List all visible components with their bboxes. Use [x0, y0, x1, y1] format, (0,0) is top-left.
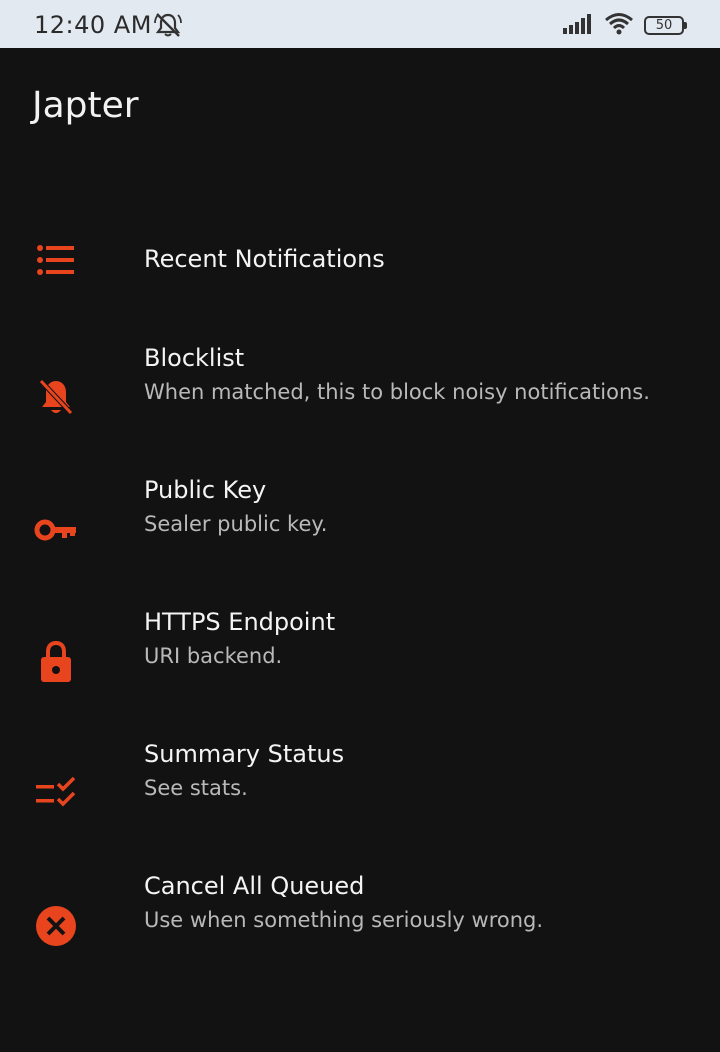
menu-item-label: Public Key [144, 476, 267, 504]
bell-off-icon [153, 11, 183, 39]
app-title: Japter [32, 85, 139, 126]
menu-item-recent-notifications[interactable]: Recent Notifications [0, 194, 720, 326]
lock-icon [34, 640, 78, 684]
list-icon [34, 238, 78, 282]
checklist-icon [34, 772, 78, 816]
battery-icon: 50 [644, 15, 687, 35]
menu-item-description: Sealer public key. [144, 512, 328, 536]
menu-item-public-key[interactable]: Public Key Sealer public key. [0, 458, 720, 590]
key-icon [34, 508, 78, 552]
menu-item-cancel-all-queued[interactable]: Cancel All Queued Use when something ser… [0, 854, 720, 986]
menu-item-label: HTTPS Endpoint [144, 608, 336, 636]
menu-item-description: When matched, this to block noisy notifi… [144, 380, 650, 404]
menu-item-label: Cancel All Queued [144, 872, 365, 900]
status-bar: 12:40 AM 50 [0, 0, 720, 48]
menu-item-description: Use when something seriously wrong. [144, 908, 544, 932]
status-icons: 50 [562, 11, 687, 39]
menu-item-description: URI backend. [144, 644, 283, 668]
menu-item-description: See stats. [144, 776, 248, 800]
status-time: 12:40 AM [34, 11, 152, 39]
menu-item-https-endpoint[interactable]: HTTPS Endpoint URI backend. [0, 590, 720, 722]
menu-item-label: Summary Status [144, 740, 345, 768]
settings-menu: Recent Notifications Blocklist When matc… [0, 194, 720, 986]
wifi-icon [604, 11, 634, 39]
bell-off-icon [34, 376, 78, 420]
menu-item-label: Blocklist [144, 344, 245, 372]
signal-icon [562, 12, 594, 38]
cancel-circle-icon [34, 904, 78, 948]
menu-item-label: Recent Notifications [144, 245, 385, 273]
menu-item-blocklist[interactable]: Blocklist When matched, this to block no… [0, 326, 720, 458]
menu-item-summary-status[interactable]: Summary Status See stats. [0, 722, 720, 854]
